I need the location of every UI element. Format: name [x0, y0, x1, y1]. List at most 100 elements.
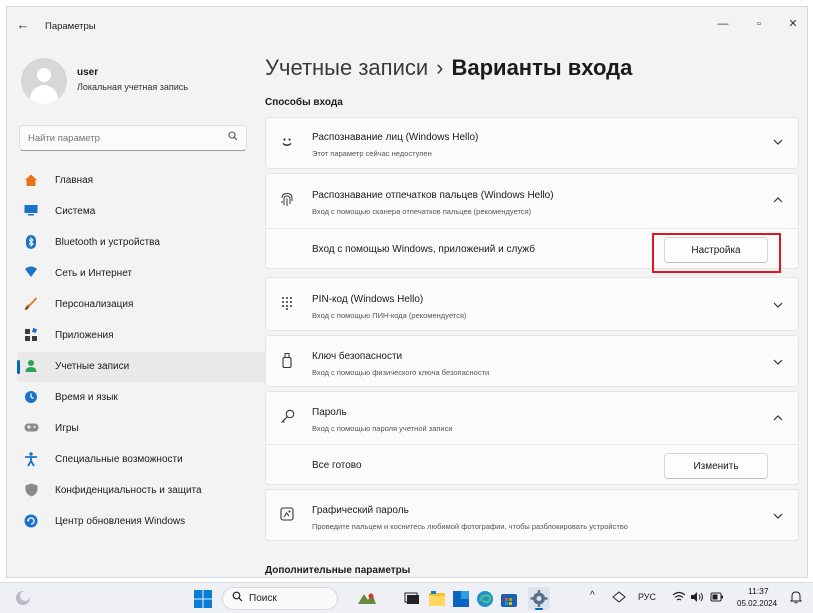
- option-header[interactable]: Графический пароль Проведите пальцем и к…: [266, 490, 798, 542]
- sidebar-item-bluetooth[interactable]: Bluetooth и устройства: [17, 228, 269, 258]
- sidebar-item-accessibility[interactable]: Специальные возможности: [17, 445, 269, 475]
- option-password[interactable]: Пароль Вход с помощью пароля учетной зап…: [265, 391, 799, 485]
- option-security-key[interactable]: Ключ безопасности Вход с помощью физичес…: [265, 335, 799, 387]
- page-title-current: Варианты входа: [451, 55, 633, 80]
- option-subtitle: Проведите пальцем и коснитесь любимой фо…: [312, 522, 628, 531]
- sidebar-item-label: Bluetooth и устройства: [55, 237, 160, 248]
- option-header[interactable]: PIN-код (Windows Hello) Вход с помощью П…: [266, 278, 798, 332]
- avatar[interactable]: [21, 58, 67, 104]
- chevron-down-icon[interactable]: [772, 137, 784, 148]
- chevron-down-icon[interactable]: [772, 357, 784, 368]
- close-button[interactable]: ✕: [778, 14, 807, 34]
- option-subtitle: Вход с помощью физического ключа безопас…: [312, 368, 490, 377]
- option-header[interactable]: Распознавание лиц (Windows Hello) Этот п…: [266, 118, 798, 170]
- usb-key-icon: [278, 353, 296, 371]
- sidebar-item-label: Учетные записи: [55, 361, 130, 372]
- chevron-down-icon[interactable]: [772, 300, 784, 311]
- clock-date[interactable]: 05.02.2024: [737, 599, 777, 608]
- notifications-bell-icon[interactable]: [789, 590, 803, 606]
- option-pin[interactable]: PIN-код (Windows Hello) Вход с помощью П…: [265, 277, 799, 331]
- sidebar-item-label: Центр обновления Windows: [55, 516, 186, 527]
- maximize-button[interactable]: ▫: [744, 14, 774, 34]
- chevron-up-icon[interactable]: [772, 195, 784, 206]
- sidebar-item-label: Конфиденциальность и защита: [55, 485, 202, 496]
- breadcrumb-separator: ›: [436, 55, 444, 80]
- globe-clock-icon: [23, 390, 39, 406]
- sidebar-item-time-language[interactable]: Время и язык: [17, 383, 269, 413]
- sidebar-item-gaming[interactable]: Игры: [17, 414, 269, 444]
- edge-icon[interactable]: [476, 590, 494, 608]
- search-input[interactable]: [28, 131, 208, 146]
- taskbar: Поиск ^ РУС 11:37 05.02.2024: [0, 582, 813, 613]
- sidebar-item-label: Время и язык: [55, 392, 118, 403]
- page-title: Учетные записи › Варианты входа: [265, 55, 632, 81]
- volume-icon[interactable]: [690, 591, 704, 605]
- weather-widget-icon[interactable]: [14, 589, 32, 607]
- wifi-icon[interactable]: [672, 591, 686, 605]
- sidebar-item-accounts[interactable]: Учетные записи: [17, 352, 269, 382]
- widgets-icon[interactable]: [356, 590, 378, 608]
- sub-row-label: Вход с помощью Windows, приложений и слу…: [312, 244, 535, 255]
- option-title: Ключ безопасности: [312, 351, 403, 362]
- clock-time[interactable]: 11:37: [748, 586, 769, 596]
- option-title: Распознавание отпечатков пальцев (Window…: [312, 190, 554, 201]
- option-header[interactable]: Ключ безопасности Вход с помощью физичес…: [266, 336, 798, 388]
- sidebar-item-label: Игры: [55, 423, 79, 434]
- account-type: Локальная учетная запись: [77, 82, 188, 92]
- breadcrumb[interactable]: Учетные записи: [265, 55, 428, 80]
- store-icon[interactable]: [500, 590, 518, 608]
- sub-row-label: Все готово: [312, 460, 362, 471]
- sidebar-item-home[interactable]: Главная: [17, 166, 269, 196]
- sidebar-item-windows-update[interactable]: Центр обновления Windows: [17, 507, 269, 537]
- sidebar-item-apps[interactable]: Приложения: [17, 321, 269, 351]
- sidebar-item-label: Специальные возможности: [55, 454, 183, 465]
- sidebar-item-label: Приложения: [55, 330, 114, 341]
- gamepad-icon: [23, 421, 39, 437]
- option-face-recognition[interactable]: Распознавание лиц (Windows Hello) Этот п…: [265, 117, 799, 169]
- back-button[interactable]: ←: [15, 18, 31, 32]
- option-title: Пароль: [312, 407, 347, 418]
- shield-icon: [23, 483, 39, 499]
- title-bar: ← Параметры — ▫ ✕: [7, 7, 807, 43]
- chevron-up-icon[interactable]: [772, 413, 784, 424]
- language-indicator[interactable]: РУС: [638, 592, 656, 602]
- outlook-icon[interactable]: [452, 590, 470, 608]
- tray-overflow-button[interactable]: ^: [590, 590, 595, 601]
- network-icon: [23, 266, 39, 282]
- active-indicator: [17, 360, 20, 374]
- picture-password-icon: [278, 507, 296, 525]
- sidebar-item-personalization[interactable]: Персонализация: [17, 290, 269, 320]
- start-button[interactable]: [194, 590, 212, 608]
- mail-tray-icon[interactable]: [612, 591, 626, 605]
- file-explorer-icon[interactable]: [428, 590, 446, 608]
- search-box[interactable]: [19, 125, 247, 151]
- password-change-row: Все готово Изменить: [266, 444, 798, 486]
- brush-icon: [23, 297, 39, 313]
- search-icon: [232, 591, 243, 605]
- option-subtitle: Вход с помощью пароля учетной записи: [312, 424, 453, 433]
- option-picture-password[interactable]: Графический пароль Проведите пальцем и к…: [265, 489, 799, 541]
- settings-app-icon[interactable]: [528, 587, 550, 610]
- option-header[interactable]: Пароль Вход с помощью пароля учетной зап…: [266, 392, 798, 444]
- sidebar-item-privacy[interactable]: Конфиденциальность и защита: [17, 476, 269, 506]
- home-icon: [23, 173, 39, 189]
- sidebar-item-system[interactable]: Система: [17, 197, 269, 227]
- settings-window: ← Параметры — ▫ ✕ user Локальная учетная…: [6, 6, 808, 578]
- sidebar-item-network[interactable]: Сеть и Интернет: [17, 259, 269, 289]
- chevron-down-icon[interactable]: [772, 511, 784, 522]
- option-subtitle: Вход с помощью сканера отпечатков пальце…: [312, 207, 532, 216]
- apps-icon: [23, 327, 39, 344]
- search-icon[interactable]: [228, 131, 238, 144]
- sidebar-item-label: Сеть и Интернет: [55, 268, 133, 279]
- battery-icon[interactable]: [710, 591, 724, 605]
- key-icon: [278, 409, 296, 427]
- task-view-icon[interactable]: [404, 590, 422, 608]
- option-title: Распознавание лиц (Windows Hello): [312, 132, 479, 143]
- section-heading-additional: Дополнительные параметры: [265, 565, 411, 576]
- taskbar-search[interactable]: Поиск: [222, 587, 338, 610]
- minimize-button[interactable]: —: [708, 14, 738, 34]
- change-password-button[interactable]: Изменить: [664, 453, 768, 479]
- keypad-icon: [278, 296, 296, 314]
- section-heading-signin: Способы входа: [265, 97, 343, 108]
- option-header[interactable]: Распознавание отпечатков пальцев (Window…: [266, 174, 798, 228]
